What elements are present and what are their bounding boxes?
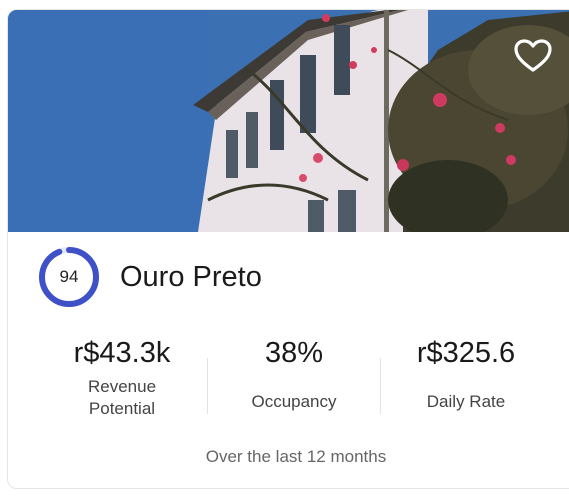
heart-outline-icon — [514, 39, 552, 72]
stat-divider — [207, 358, 208, 414]
stat-revenue: r$43.3k Revenue Potential — [37, 336, 207, 420]
city-photo-image — [8, 10, 569, 232]
daily-rate-label: Daily Rate — [426, 392, 506, 411]
stats-row: r$43.3k Revenue Potential 38% Occupancy … — [8, 336, 569, 436]
revenue-value: r$43.3k — [73, 337, 171, 369]
occupancy-label: Occupancy — [251, 392, 337, 411]
time-period-note: Over the last 12 months — [205, 447, 387, 466]
listing-title-row: 94 Ouro Preto — [38, 246, 262, 308]
score-badge: 94 — [38, 246, 100, 308]
stat-occupancy: 38% Occupancy — [209, 336, 379, 413]
city-name: Ouro Preto — [120, 260, 262, 293]
favorite-button[interactable] — [512, 36, 554, 78]
listing-photo — [8, 10, 569, 232]
score-value: 94 — [59, 267, 79, 286]
stat-daily-rate: r$325.6 Daily Rate — [381, 336, 551, 413]
occupancy-value: 38% — [264, 337, 324, 369]
listing-card[interactable]: 94 Ouro Preto r$43.3k Revenue Potential … — [7, 9, 569, 489]
daily-rate-value: r$325.6 — [416, 337, 516, 369]
revenue-label: Revenue Potential — [87, 377, 157, 418]
